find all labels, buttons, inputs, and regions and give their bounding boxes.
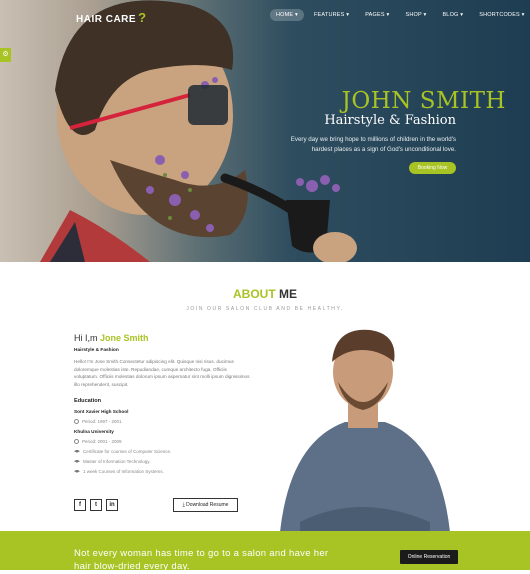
nav-features[interactable]: FEATURES ▾ [308,9,355,21]
about-heading-highlight: ABOUT [232,287,276,301]
school-period: Period: 2001 - 2009 [74,439,254,445]
certificate-text: Master of Information Technology. [83,459,151,465]
nav-pages[interactable]: PAGES ▾ [359,9,395,21]
facebook-icon[interactable]: f [74,499,86,511]
hero-title: JOHN SMITH [341,88,506,114]
school-name: Khulna University [74,429,114,435]
nav-shortcodes[interactable]: SHORTCODES ▾ [473,9,530,21]
brand-name: HAIR CARE [76,14,137,25]
person-name: Jone Smith [100,333,149,343]
certificate-item: Certificate for courses of Computer Scie… [74,449,254,454]
nav-home[interactable]: HOME ▾ [270,9,304,21]
instagram-icon[interactable]: in [106,499,118,511]
person-role: Hairstyle & Fashion [74,348,119,353]
social-links: f t in [74,499,118,511]
booking-button[interactable]: Booking Now [409,162,456,174]
settings-icon[interactable]: ⚙ [0,48,11,62]
hero-description: Every day we bring hope to millions of c… [290,136,456,153]
bio-paragraph: Hello! I'm Jone Smith.Consectetur adipis… [74,359,250,387]
about-heading-rest: ME [275,287,297,301]
hero-banner: HAIR CARE? HOME ▾ FEATURES ▾ PAGES ▾ SHO… [0,0,530,262]
hero-image [40,0,357,262]
clock-icon [74,439,79,445]
portrait-image [280,329,450,532]
nav-blog[interactable]: BLOG ▾ [436,9,469,21]
greeting-text: Hi I,m [74,333,100,343]
school-period: Period: 1997 - 2001 [74,419,254,425]
greeting: Hi I,m Jone Smith [74,333,254,343]
period-text: Period: 1997 - 2001 [82,419,122,425]
certificate-item: Master of Information Technology. [74,459,254,464]
certificate-text: 1 week Courses of Information Systems. [83,469,164,475]
brand-logo[interactable]: HAIR CARE? [76,10,147,25]
period-text: Period: 2001 - 2009 [82,439,122,445]
main-nav: HOME ▾ FEATURES ▾ PAGES ▾ SHOP ▾ BLOG ▾ … [270,9,530,21]
education-heading: Education [74,398,102,405]
bio-section: Hi I,m Jone Smith Hairstyle & Fashion He… [74,333,254,474]
download-resume-button[interactable]: ⤓ Download Resume [173,498,238,512]
school-name: Sont Xavier High School [74,409,129,415]
certificate-item: 1 week Courses of Information Systems. [74,469,254,474]
nav-shop[interactable]: SHOP ▾ [399,9,432,21]
graduation-cap-icon [74,449,80,453]
twitter-icon[interactable]: t [90,499,102,511]
graduation-cap-icon [74,459,80,463]
about-tagline: JOIN OUR SALON CLUB AND BE HEALTHY. [186,306,344,312]
brand-mark-icon: ? [138,10,147,25]
hero-subtitle: Hairstyle & Fashion [324,113,456,128]
graduation-cap-icon [74,469,80,473]
certificate-text: Certificate for courses of Computer Scie… [83,449,172,455]
about-heading: ABOUT ME [0,287,530,301]
online-reservation-button[interactable]: Online Reservation [400,550,458,564]
clock-icon [74,419,79,425]
